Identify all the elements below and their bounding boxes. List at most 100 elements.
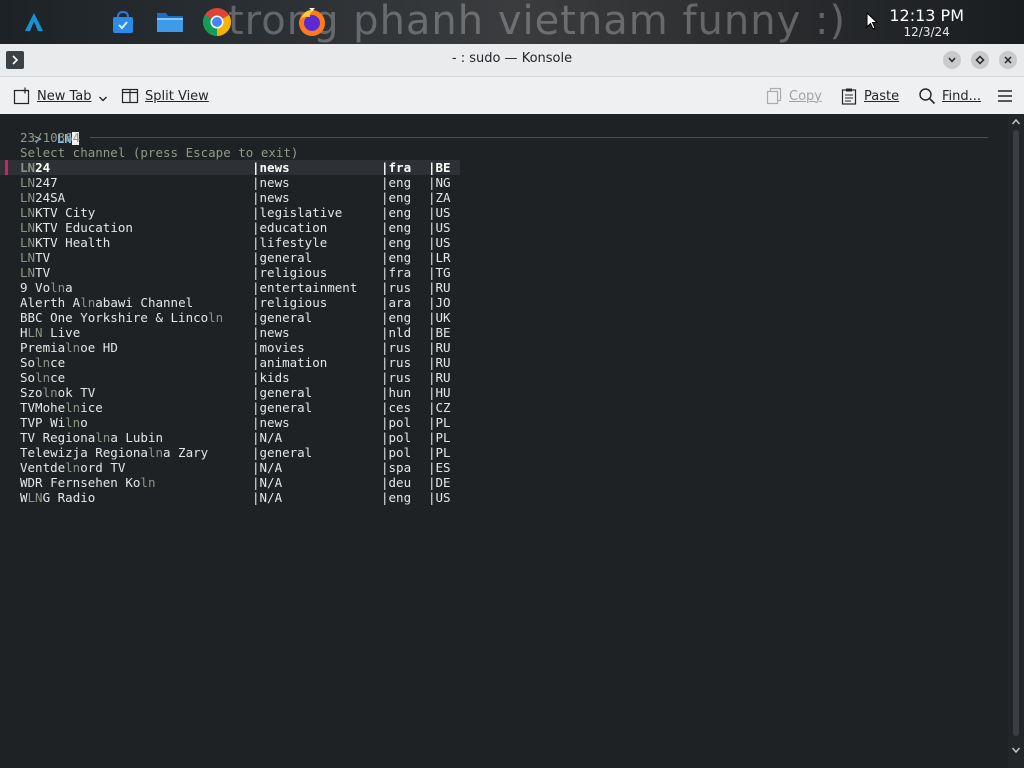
channel-name-prefix: TV Regiona bbox=[20, 430, 96, 445]
channel-row[interactable]: TVP Wilno |news |pol |PL bbox=[0, 415, 460, 430]
channel-row[interactable]: LNKTV Education |education |eng |US bbox=[0, 220, 460, 235]
match-highlight: LN bbox=[20, 160, 36, 175]
channel-row[interactable]: Szolnok TV |general |hun |HU bbox=[0, 385, 460, 400]
hamburger-menu-button[interactable] bbox=[996, 85, 1020, 107]
channel-country: |RU bbox=[428, 370, 451, 385]
channel-category: |kids bbox=[252, 370, 290, 385]
channel-row[interactable]: LN247 |news |eng |NG bbox=[0, 175, 460, 190]
close-button[interactable] bbox=[999, 51, 1017, 69]
chrome-icon[interactable] bbox=[201, 6, 233, 38]
channel-name-suffix: TV bbox=[35, 250, 51, 265]
terminal-scrollbar[interactable] bbox=[1008, 114, 1024, 768]
diamond-icon bbox=[975, 55, 985, 65]
channel-row[interactable]: WDR Fernsehen Koln |N/A |deu |DE bbox=[0, 475, 460, 490]
channel-row[interactable]: Solnce |kids |rus |RU bbox=[0, 370, 460, 385]
match-highlight: LN bbox=[20, 265, 36, 280]
chevron-down-icon[interactable] bbox=[98, 92, 108, 107]
channel-row[interactable]: LN24SA |news |eng |ZA bbox=[0, 190, 460, 205]
channel-language: |rus bbox=[381, 355, 412, 370]
copy-button[interactable]: Copy bbox=[765, 85, 822, 107]
channel-country: |RU bbox=[428, 355, 451, 370]
maximize-button[interactable] bbox=[971, 51, 989, 69]
channel-name: LNTV bbox=[20, 265, 50, 280]
clock-time: 12:13 PM bbox=[889, 6, 964, 25]
channel-row[interactable]: HLN Live |news |nld |BE bbox=[0, 325, 460, 340]
channel-name: BBC One Yorkshire & Lincoln bbox=[20, 310, 223, 325]
channel-row[interactable]: 9 Volna |entertainment |rus |RU bbox=[0, 280, 460, 295]
channel-row[interactable]: Telewizja Regionalna Zary |general |pol |PL bbox=[0, 445, 460, 460]
channel-name-prefix: TVP Wi bbox=[20, 415, 66, 430]
prompt-line[interactable]: > LN bbox=[4, 116, 79, 146]
channel-name-prefix: W bbox=[20, 490, 28, 505]
channel-name: WDR Fernsehen Koln bbox=[20, 475, 155, 490]
paste-label: Paste bbox=[864, 88, 900, 104]
channel-name-suffix: G Radio bbox=[42, 490, 96, 505]
channel-category: |lifestyle bbox=[252, 235, 328, 250]
channel-row[interactable]: Alerth Alnabawi Channel |religious |ara |JO bbox=[0, 295, 460, 310]
count-separator bbox=[90, 137, 988, 138]
channel-row[interactable]: Solnce |animation |rus |RU bbox=[0, 355, 460, 370]
channel-language: |deu bbox=[381, 475, 412, 490]
find-button[interactable]: Find... bbox=[918, 85, 981, 107]
terminal-view[interactable]: > LN 23/10364 Select channel (press Esca… bbox=[0, 114, 1008, 768]
channel-country: |US bbox=[428, 235, 451, 250]
file-manager-icon[interactable] bbox=[154, 6, 186, 38]
mouse-cursor-icon bbox=[866, 11, 879, 34]
channel-row[interactable]: LNKTV City |legislative |eng |US bbox=[0, 205, 460, 220]
match-highlight: ln bbox=[208, 310, 224, 325]
channel-language: |nld bbox=[381, 325, 412, 340]
channel-row[interactable]: Premialnoe HD |movies |rus |RU bbox=[0, 340, 460, 355]
close-icon bbox=[1004, 56, 1012, 64]
match-highlight: LN bbox=[20, 205, 36, 220]
match-highlight: LN bbox=[20, 175, 36, 190]
channel-name-prefix: Telewizja Regiona bbox=[20, 445, 148, 460]
channel-row[interactable]: BBC One Yorkshire & Lincoln |general |eng |… bbox=[0, 310, 460, 325]
channel-row[interactable]: Ventdelnord TV |N/A |spa |ES bbox=[0, 460, 460, 475]
channel-row[interactable]: LNTV |general |eng |LR bbox=[0, 250, 460, 265]
firefox-icon[interactable] bbox=[296, 6, 328, 38]
split-view-button[interactable]: Split View bbox=[121, 85, 209, 107]
paste-button[interactable]: Paste bbox=[840, 85, 899, 107]
channel-language: |eng bbox=[381, 490, 412, 505]
channel-row[interactable]: LNKTV Health |lifestyle |eng |US bbox=[0, 235, 460, 250]
channel-name: Telewizja Regionalna Zary bbox=[20, 445, 208, 460]
match-highlight: LN bbox=[20, 235, 36, 250]
split-view-label: Split View bbox=[145, 88, 209, 104]
store-icon[interactable] bbox=[107, 6, 139, 38]
channel-row[interactable]: LNTV |religious |fra |TG bbox=[0, 265, 460, 280]
scroll-down-icon[interactable] bbox=[1011, 745, 1021, 755]
channel-country: |RU bbox=[428, 280, 451, 295]
clock[interactable]: 12:13 PM 12/3/24 bbox=[889, 6, 964, 40]
channel-row[interactable]: TV Regionalna Lubin |N/A |pol |PL bbox=[0, 430, 460, 445]
channel-language: |eng bbox=[381, 250, 412, 265]
channel-name: HLN Live bbox=[20, 325, 80, 340]
chevron-down-icon bbox=[948, 57, 956, 63]
channel-language: |eng bbox=[381, 175, 412, 190]
selected-channel-row[interactable]: LN24 |news |fra |BE bbox=[0, 160, 460, 175]
channel-language: |eng bbox=[381, 205, 412, 220]
scrollbar-track[interactable] bbox=[1013, 130, 1019, 736]
channel-row[interactable]: WLNG Radio |N/A |eng |US bbox=[0, 490, 460, 505]
channel-language: |eng bbox=[381, 220, 412, 235]
match-highlight: LN bbox=[20, 220, 36, 235]
match-highlight: ln bbox=[65, 400, 81, 415]
minimize-button[interactable] bbox=[943, 51, 961, 69]
app-launcher-icon[interactable] bbox=[18, 6, 50, 38]
channel-name-suffix: KTV Education bbox=[35, 220, 133, 235]
match-highlight: ln bbox=[65, 340, 81, 355]
channel-country: |NG bbox=[428, 175, 451, 190]
channel-category: |news bbox=[252, 175, 290, 190]
channel-name-suffix: oe HD bbox=[80, 340, 118, 355]
scroll-up-icon[interactable] bbox=[1011, 117, 1021, 127]
channel-name-suffix: a Lubin bbox=[110, 430, 164, 445]
channel-name-prefix: BBC One Yorkshire & Linco bbox=[20, 310, 209, 325]
taskbar: trong phanh vietnam funny :) 12:13 PM 12… bbox=[0, 0, 1024, 44]
selection-hint: Select channel (press Escape to exit) bbox=[20, 145, 299, 160]
channel-country: |US bbox=[428, 205, 451, 220]
match-highlight: ln bbox=[65, 415, 81, 430]
channel-category: |general bbox=[252, 310, 313, 325]
match-highlight: LN bbox=[27, 490, 43, 505]
new-tab-button[interactable]: New Tab bbox=[13, 85, 108, 107]
channel-row[interactable]: TVMohelnice |general |ces |CZ bbox=[0, 400, 460, 415]
channel-language: |ces bbox=[381, 400, 412, 415]
